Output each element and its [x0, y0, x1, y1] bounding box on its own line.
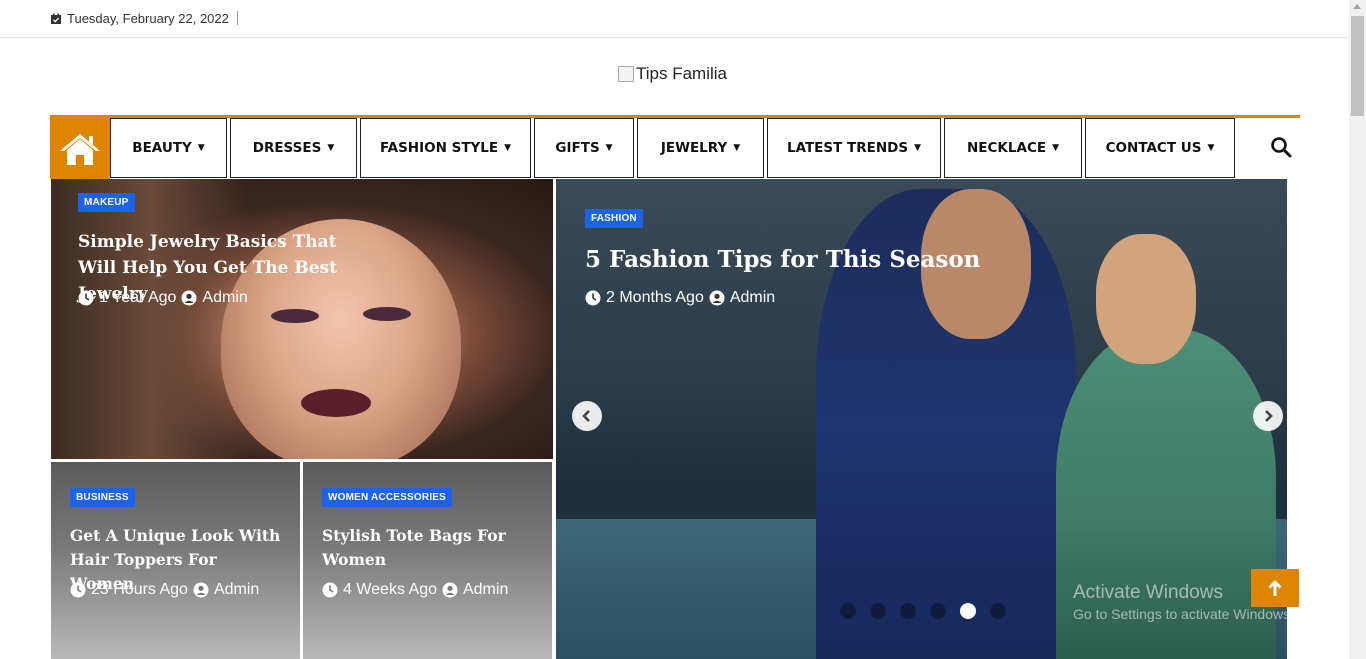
post-tile[interactable]: WOMEN ACCESSORIES Stylish Tote Bags For … [303, 462, 552, 659]
calendar-check-icon [51, 13, 61, 24]
slider-dot[interactable] [870, 603, 886, 619]
chevron-down-icon: ▼ [1052, 143, 1059, 153]
search-button[interactable] [1270, 136, 1294, 160]
nav-item-gifts[interactable]: GIFTS ▼ [534, 118, 634, 178]
nav-menu: BEAUTY ▼ DRESSES ▼ FASHION STYLE ▼ GIFTS… [110, 118, 1238, 178]
nav-item-jewelry[interactable]: JEWELRY ▼ [637, 118, 764, 178]
nav-item-label: JEWELRY [660, 140, 728, 156]
post-image [51, 179, 251, 459]
nav-item-contact-us[interactable]: CONTACT US ▼ [1085, 118, 1235, 178]
nav-item-beauty[interactable]: BEAUTY ▼ [110, 118, 227, 178]
nav-item-dresses[interactable]: DRESSES ▼ [230, 118, 357, 178]
category-badge[interactable]: FASHION [585, 209, 643, 228]
date-text: Tuesday, February 22, 2022 [67, 11, 229, 26]
post-author[interactable]: Admin [730, 289, 775, 307]
chevron-right-icon [1265, 410, 1273, 422]
nav-item-label: GIFTS [555, 140, 600, 156]
post-meta: 1 Year Ago Admin [78, 289, 248, 307]
chevron-down-icon: ▼ [504, 143, 512, 153]
watermark-line2: Go to Settings to activate Windows. [1073, 606, 1294, 622]
post-image-lips [301, 389, 371, 417]
post-title[interactable]: Stylish Tote Bags For Women [322, 524, 522, 572]
home-button[interactable] [50, 118, 110, 179]
search-icon [1271, 137, 1292, 158]
featured-post-tile[interactable]: MAKEUP Simple Jewelry Basics That Will H… [51, 179, 553, 459]
nav-item-label: DRESSES [252, 140, 322, 156]
post-image-figure [1096, 234, 1196, 364]
post-image-eye [271, 309, 319, 323]
slider-dot[interactable] [900, 603, 916, 619]
nav-item-label: CONTACT US [1105, 140, 1202, 156]
slider-prev-button[interactable] [572, 401, 602, 431]
clock-icon [585, 290, 601, 306]
slider-dot[interactable] [840, 603, 856, 619]
post-image-eye [363, 307, 411, 321]
main-navigation: BEAUTY ▼ DRESSES ▼ FASHION STYLE ▼ GIFTS… [50, 115, 1300, 179]
nav-item-fashion-style[interactable]: FASHION STYLE ▼ [360, 118, 531, 178]
post-author[interactable]: Admin [214, 581, 259, 599]
chevron-down-icon: ▼ [605, 143, 613, 153]
slider-pagination [840, 603, 1006, 619]
nav-item-label: NECKLACE [967, 140, 1047, 156]
post-meta: 2 Months Ago Admin [585, 289, 775, 307]
site-logo[interactable]: Tips Familia [618, 64, 727, 84]
nav-item-label: BEAUTY [132, 140, 192, 156]
post-time[interactable]: 1 Year Ago [99, 289, 176, 307]
scroll-to-top-button[interactable] [1251, 569, 1299, 607]
chevron-down-icon: ▼ [1207, 143, 1215, 153]
post-meta: 23 Hours Ago Admin [70, 581, 259, 599]
user-circle-icon [442, 582, 458, 598]
divider [237, 11, 238, 25]
slider-dot-active[interactable] [960, 603, 976, 619]
category-badge[interactable]: BUSINESS [70, 488, 135, 507]
user-circle-icon [193, 582, 209, 598]
chevron-down-icon: ▼ [733, 143, 741, 153]
nav-item-latest-trends[interactable]: LATEST TRENDS ▼ [767, 118, 941, 178]
date-display: Tuesday, February 22, 2022 [50, 11, 229, 26]
broken-image-icon [618, 66, 634, 82]
page-scrollbar[interactable] [1349, 0, 1366, 659]
clock-icon [322, 582, 338, 598]
post-author[interactable]: Admin [202, 289, 247, 307]
clock-icon [70, 582, 86, 598]
user-circle-icon [181, 290, 197, 306]
logo-alt-text: Tips Familia [636, 64, 727, 83]
post-tile[interactable]: BUSINESS Get A Unique Look With Hair Top… [51, 462, 300, 659]
top-bar: Tuesday, February 22, 2022 [0, 0, 1349, 38]
arrow-up-icon [1268, 580, 1282, 596]
nav-item-label: FASHION STYLE [379, 140, 499, 156]
scrollbar-thumb[interactable] [1351, 16, 1364, 116]
slider-dot[interactable] [930, 603, 946, 619]
post-meta: 4 Weeks Ago Admin [322, 581, 508, 599]
nav-item-necklace[interactable]: NECKLACE ▼ [944, 118, 1082, 178]
post-author[interactable]: Admin [463, 581, 508, 599]
home-icon [60, 133, 100, 165]
nav-item-label: LATEST TRENDS [786, 140, 909, 156]
chevron-down-icon: ▼ [197, 143, 205, 153]
post-time[interactable]: 23 Hours Ago [91, 581, 188, 599]
chevron-down-icon: ▼ [914, 143, 922, 153]
clock-icon [78, 290, 94, 306]
category-badge[interactable]: MAKEUP [78, 193, 135, 212]
post-time[interactable]: 2 Months Ago [606, 289, 704, 307]
slider-next-button[interactable] [1253, 401, 1283, 431]
chevron-down-icon: ▼ [327, 143, 335, 153]
post-title[interactable]: 5 Fashion Tips for This Season [585, 245, 1085, 275]
category-badge[interactable]: WOMEN ACCESSORIES [322, 488, 453, 507]
post-time[interactable]: 4 Weeks Ago [343, 581, 437, 599]
user-circle-icon [709, 290, 725, 306]
slider-dot[interactable] [990, 603, 1006, 619]
chevron-left-icon [582, 410, 590, 422]
scroll-up-arrow-icon[interactable] [1353, 4, 1361, 9]
